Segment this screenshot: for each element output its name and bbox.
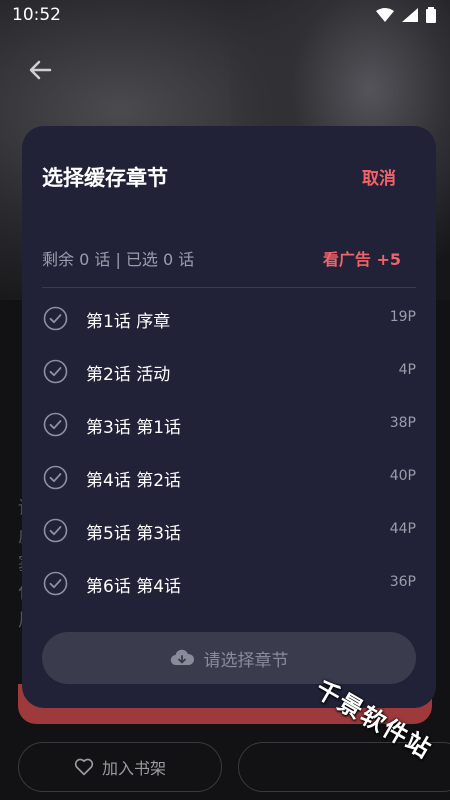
chapter-title: 第4话 第2话 (86, 471, 182, 491)
signal-icon (402, 8, 418, 22)
cloud-download-icon (170, 649, 194, 666)
chapter-pages: 19P (389, 309, 416, 325)
add-bookshelf-label: 加入书架 (101, 759, 166, 778)
sheet-title: 选择缓存章节 (42, 166, 168, 190)
chapter-title: 第1话 序章 (86, 312, 171, 332)
chapter-title: 第5话 第3话 (86, 524, 182, 544)
chapter-item-3[interactable]: 第3话 第1话 38P (22, 398, 436, 451)
status-bar: 10:52 (0, 0, 450, 30)
download-label: 请选择章节 (203, 650, 289, 671)
check-circle-icon (43, 465, 68, 490)
chapter-pages: 4P (398, 362, 416, 378)
chapter-item-2[interactable]: 第2话 活动 4P (22, 345, 436, 398)
divider (42, 287, 416, 288)
check-circle-icon (43, 571, 68, 596)
chapter-item-1[interactable]: 第1话 序章 19P (22, 292, 436, 345)
back-arrow-icon[interactable] (24, 54, 56, 86)
chapter-title: 第6话 第4话 (86, 577, 182, 597)
chapter-pages: 44P (389, 521, 416, 537)
battery-icon (426, 7, 436, 23)
cancel-button[interactable]: 取消 (362, 164, 396, 189)
heart-icon (74, 758, 94, 776)
chapter-title: 第2话 活动 (86, 365, 171, 385)
download-chapters-button[interactable]: 请选择章节 (42, 632, 416, 684)
chapter-item-6[interactable]: 第6话 第4话 36P (22, 557, 436, 610)
check-circle-icon (43, 412, 68, 437)
watch-ad-button[interactable]: 看广告 +5 (323, 246, 401, 270)
chapter-download-sheet: 选择缓存章节 取消 剩余 0 话 | 已选 0 话 看广告 +5 第1话 序章 … (22, 126, 436, 708)
wifi-icon (376, 8, 394, 22)
chapter-pages: 40P (389, 468, 416, 484)
chapter-pages: 36P (389, 574, 416, 590)
chapter-count-text: 剩余 0 话 | 已选 0 话 (42, 250, 195, 269)
chapter-list: 第1话 序章 19P 第2话 活动 4P 第3话 第1话 38P 第4话 第2话… (22, 292, 436, 610)
chapter-item-5[interactable]: 第5话 第3话 44P (22, 504, 436, 557)
chapter-pages: 38P (389, 415, 416, 431)
chapter-title: 第3话 第1话 (86, 418, 182, 438)
check-circle-icon (43, 518, 68, 543)
chapter-item-4[interactable]: 第4话 第2话 40P (22, 451, 436, 504)
check-circle-icon (43, 306, 68, 331)
status-time: 10:52 (12, 5, 61, 25)
check-circle-icon (43, 359, 68, 384)
add-bookshelf-button[interactable]: 加入书架 (18, 742, 222, 792)
